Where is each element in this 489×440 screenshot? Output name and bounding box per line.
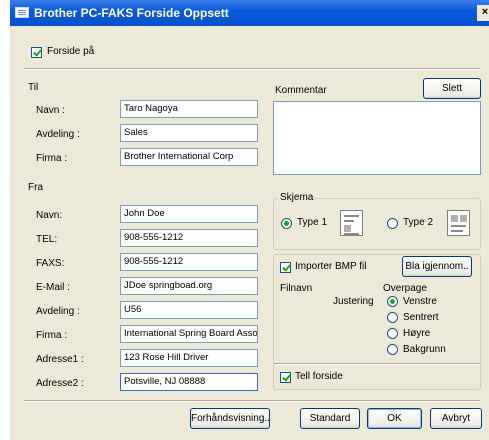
standard-button[interactable]: Standard — [300, 408, 360, 429]
cancel-button[interactable]: Avbryt — [430, 408, 482, 429]
justify-left-label: Venstre — [403, 296, 437, 307]
from-address1-field[interactable]: 123 Rose Hill Driver — [120, 349, 258, 367]
to-department-field[interactable]: Sales — [120, 124, 258, 142]
from-tel-label: TEL: — [36, 234, 58, 245]
from-department-field[interactable]: U56 — [120, 301, 258, 319]
justify-background-label: Bakgrunn — [403, 344, 446, 355]
from-tel-field[interactable]: 908-555-1212 — [120, 229, 258, 247]
cover-on-label: Forside på — [47, 46, 95, 57]
fra-heading: Fra — [28, 182, 43, 193]
to-company-label: Firma : — [36, 153, 68, 164]
type2-radio[interactable] — [387, 218, 398, 229]
type2-label: Type 2 — [403, 217, 434, 228]
filename-label: Filnavn — [280, 283, 313, 294]
type1-radio[interactable] — [281, 218, 292, 229]
justify-left-radio[interactable] — [387, 296, 398, 307]
app-icon — [15, 7, 29, 18]
to-name-field[interactable]: Taro Nagoya — [120, 100, 258, 118]
justify-center-label: Sentrert — [403, 312, 439, 323]
from-address2-label: Adresse2 : — [36, 378, 84, 389]
cover-page-setup-dialog: Brother PC-FAKS Forside Oppsett × Forsid… — [10, 0, 489, 440]
type1-preview-icon — [340, 210, 363, 236]
justify-center-radio[interactable] — [387, 312, 398, 323]
overpage-label: Overpage — [383, 283, 427, 294]
browse-button[interactable]: Bla igjennom.. — [402, 256, 472, 277]
count-cover-label: Tell forside — [295, 371, 343, 382]
justify-right-radio[interactable] — [387, 328, 398, 339]
type1-label: Type 1 — [297, 217, 328, 228]
from-email-label: E-Mail : — [36, 282, 70, 293]
ok-button[interactable]: OK — [367, 408, 422, 429]
justify-right-label: Høyre — [403, 328, 431, 339]
from-fax-label: FAXS: — [36, 258, 65, 269]
import-bmp-checkbox[interactable] — [280, 262, 291, 273]
footer-separator — [24, 400, 480, 402]
til-heading: Til — [28, 82, 39, 93]
justify-label: Justering — [333, 296, 374, 307]
to-department-label: Avdeling : — [36, 129, 80, 140]
close-icon[interactable]: × — [477, 5, 489, 21]
to-name-label: Navn : — [36, 105, 65, 116]
clear-comment-button[interactable]: Slett — [423, 78, 481, 99]
to-company-field[interactable]: Brother International Corp — [120, 148, 258, 166]
cover-on-checkbox[interactable] — [31, 47, 42, 58]
from-name-label: Navn: — [36, 210, 63, 221]
comment-label: Kommentar — [275, 85, 327, 96]
import-bmp-label: Importer BMP fil — [295, 261, 367, 272]
layout-group-label: Skjema — [278, 192, 316, 203]
separator — [24, 68, 480, 70]
window-title: Brother PC-FAKS Forside Oppsett — [34, 6, 229, 20]
justify-background-radio[interactable] — [387, 344, 398, 355]
bmp-separator — [274, 363, 480, 365]
title-bar[interactable]: Brother PC-FAKS Forside Oppsett × — [10, 0, 489, 26]
preview-button[interactable]: Forhåndsvisning.. — [190, 408, 270, 429]
from-name-field[interactable]: John Doe — [120, 205, 258, 223]
from-company-label: Firma : — [36, 330, 68, 341]
comment-field[interactable] — [273, 101, 481, 175]
from-address1-label: Adresse1 : — [36, 354, 84, 365]
from-address2-field[interactable]: Potsville, NJ 08888 — [120, 373, 258, 391]
from-company-field[interactable]: International Spring Board Asso — [120, 325, 258, 343]
from-fax-field[interactable]: 908-555-1212 — [120, 253, 258, 271]
type2-preview-icon — [447, 210, 470, 236]
count-cover-checkbox[interactable] — [280, 372, 291, 383]
from-email-field[interactable]: JDoe springboad.org — [120, 277, 258, 295]
from-department-label: Avdeling : — [36, 306, 80, 317]
